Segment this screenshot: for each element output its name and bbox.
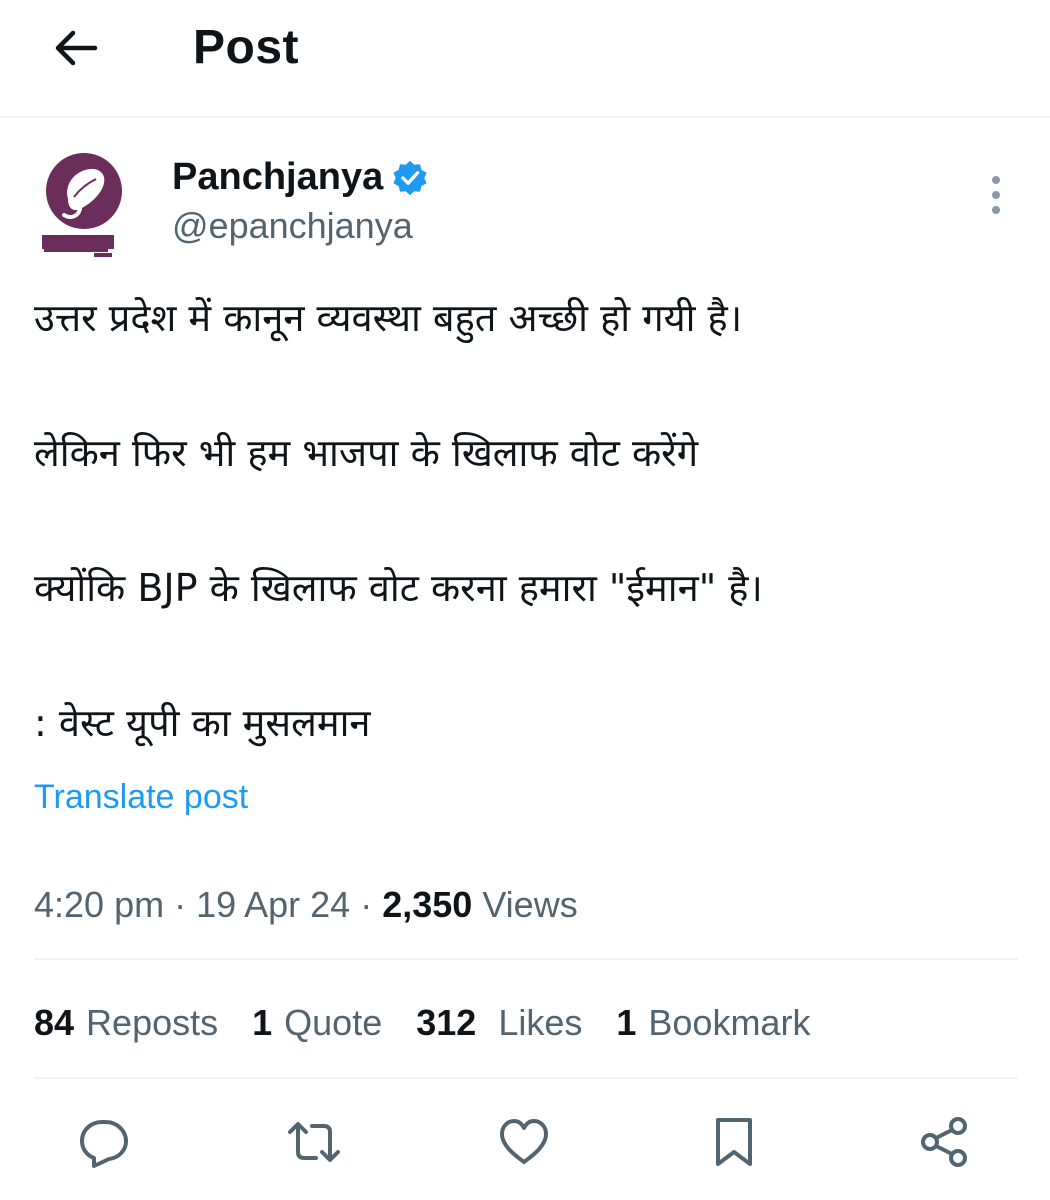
top-bar: Post bbox=[0, 0, 1050, 118]
author-handle[interactable]: @epanchjanya bbox=[172, 205, 413, 247]
bookmark-icon bbox=[716, 1118, 752, 1166]
divider bbox=[34, 958, 1018, 960]
arrow-left-icon bbox=[55, 30, 98, 66]
tweet-line: क्योंकि BJP के खिलाफ वोट करना हमारा "ईमा… bbox=[34, 566, 763, 610]
action-bar bbox=[0, 1112, 1050, 1172]
translate-post-link[interactable]: Translate post bbox=[34, 778, 248, 817]
quotes-stat[interactable]: 1 Quote bbox=[252, 1002, 382, 1044]
more-vertical-icon-dot bbox=[992, 206, 1000, 214]
reposts-count: 84 bbox=[34, 1002, 75, 1043]
author-name-text: Panchjanya bbox=[172, 156, 384, 198]
repost-button[interactable] bbox=[284, 1112, 344, 1172]
likes-label: Likes bbox=[498, 1002, 583, 1043]
more-vertical-icon bbox=[992, 176, 1000, 184]
likes-stat[interactable]: 312 Likes bbox=[416, 1002, 582, 1044]
author-name[interactable]: Panchjanya bbox=[172, 156, 429, 199]
more-options-button[interactable] bbox=[978, 170, 1014, 220]
avatar[interactable] bbox=[34, 145, 134, 265]
share-button[interactable] bbox=[914, 1112, 974, 1172]
share-icon bbox=[921, 1117, 967, 1167]
quotes-count: 1 bbox=[252, 1002, 273, 1043]
likes-count: 312 bbox=[416, 1002, 477, 1043]
tweet-line: : वेस्ट यूपी का मुसलमान bbox=[34, 701, 371, 745]
bookmark-button[interactable] bbox=[704, 1112, 764, 1172]
like-icon bbox=[500, 1119, 548, 1164]
repost-icon bbox=[288, 1122, 340, 1162]
reposts-stat[interactable]: 84 Reposts bbox=[34, 1002, 218, 1044]
views-label: Views bbox=[482, 884, 578, 925]
bookmarks-label: Bookmark bbox=[648, 1002, 811, 1043]
panchjanya-logo-icon bbox=[42, 153, 122, 257]
tweet-line: लेकिन फिर भी हम भाजपा के खिलाफ वोट करेंग… bbox=[34, 431, 699, 475]
more-vertical-icon-dot bbox=[992, 191, 1000, 199]
divider bbox=[34, 1077, 1018, 1079]
post-meta: 4:20 pm · 19 Apr 24 · 2,350 Views bbox=[34, 884, 578, 926]
views-count: 2,350 bbox=[382, 884, 473, 925]
like-button[interactable] bbox=[494, 1112, 554, 1172]
meta-separator: · bbox=[164, 884, 197, 925]
post-time[interactable]: 4:20 pm bbox=[34, 884, 164, 925]
tweet-line: उत्तर प्रदेश में कानून व्यवस्था बहुत अच्… bbox=[34, 296, 743, 340]
page-title: Post bbox=[193, 21, 300, 74]
reply-icon bbox=[80, 1120, 128, 1168]
meta-separator: · bbox=[350, 884, 383, 925]
bookmarks-stat[interactable]: 1 Bookmark bbox=[616, 1002, 810, 1044]
quotes-label: Quote bbox=[284, 1002, 383, 1043]
reply-button[interactable] bbox=[74, 1112, 134, 1172]
post-stats: 84 Reposts 1 Quote 312 Likes 1 Bookmark bbox=[34, 1002, 844, 1044]
bookmarks-count: 1 bbox=[616, 1002, 637, 1043]
verified-badge-icon bbox=[393, 160, 427, 195]
back-button[interactable] bbox=[48, 24, 102, 72]
post-date[interactable]: 19 Apr 24 bbox=[196, 884, 350, 925]
reposts-label: Reposts bbox=[86, 1002, 219, 1043]
